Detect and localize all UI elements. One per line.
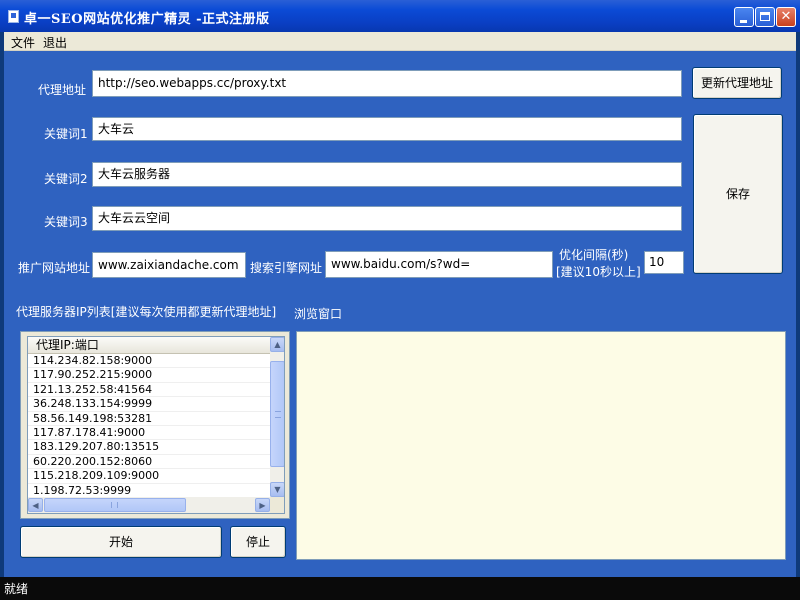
main-window: 卓一SEO网站优化推广精灵 -正式注册版 ✕ 文件 退出 代理地址 http:/… [0, 0, 800, 600]
proxy-list-item[interactable]: 117.87.178.41:9000 [28, 426, 270, 441]
keyword3-label: 关键词3 [44, 215, 88, 229]
proxy-address-label: 代理地址 [38, 83, 87, 97]
keyword1-input[interactable]: 大车云 [92, 117, 682, 141]
proxy-list-item[interactable]: 36.248.133.154:9999 [28, 397, 270, 412]
client-area: 代理地址 http://seo.webapps.cc/proxy.txt 更新代… [4, 51, 796, 577]
scroll-left-icon[interactable]: ◀ [28, 498, 43, 512]
maximize-icon [760, 12, 770, 21]
menu-bar: 文件 退出 [4, 32, 796, 51]
title-bar[interactable]: 卓一SEO网站优化推广精灵 -正式注册版 ✕ [0, 0, 800, 32]
proxy-list-item[interactable]: 117.90.252.215:9000 [28, 368, 270, 383]
minimize-icon [740, 20, 747, 23]
browser-title: 浏览窗口 [294, 307, 343, 321]
vertical-scroll-thumb[interactable] [270, 361, 284, 467]
start-button-label: 开始 [108, 535, 133, 549]
horizontal-scrollbar[interactable]: ◀ ▶ [28, 497, 270, 513]
window-title: 卓一SEO网站优化推广精灵 -正式注册版 [24, 12, 270, 27]
status-bar: 就绪 [0, 577, 800, 600]
proxy-list-item[interactable]: 114.234.82.158:9000 [28, 354, 270, 369]
proxy-list-title: 代理服务器IP列表[建议每次使用都更新代理地址] [16, 305, 277, 319]
promo-site-label: 推广网站地址 [18, 261, 91, 275]
save-button[interactable]: 保存 [693, 114, 783, 274]
horizontal-scroll-thumb[interactable] [44, 498, 186, 512]
proxy-listbox[interactable]: 代理IP:端口 114.234.82.158:9000 117.90.252.21… [27, 336, 285, 514]
proxy-list-column-header[interactable]: 代理IP:端口 [28, 337, 270, 354]
proxy-list-rows: 114.234.82.158:9000 117.90.252.215:9000 12… [28, 354, 270, 498]
maximize-button[interactable] [755, 7, 775, 27]
proxy-list-item[interactable]: 58.56.149.198:53281 [28, 412, 270, 426]
keyword3-input[interactable]: 大车云云空间 [92, 206, 682, 231]
interval-label-line1: 优化间隔(秒) [559, 248, 629, 262]
stop-button-label: 停止 [245, 535, 270, 549]
close-button[interactable]: ✕ [776, 7, 796, 27]
proxy-list-item[interactable]: 183.129.207.80:13515 [28, 440, 270, 455]
keyword1-label: 关键词1 [44, 127, 88, 141]
save-button-label: 保存 [725, 187, 750, 201]
search-engine-label: 搜索引擎网址 [250, 261, 323, 275]
keyword2-label: 关键词2 [44, 172, 88, 186]
scroll-right-icon[interactable]: ▶ [255, 498, 270, 512]
scroll-up-icon[interactable]: ▲ [270, 337, 284, 352]
interval-label-line2: [建议10秒以上] [556, 265, 641, 279]
start-button[interactable]: 开始 [20, 526, 222, 558]
stop-button[interactable]: 停止 [230, 526, 286, 558]
keyword2-input[interactable]: 大车云服务器 [92, 162, 682, 187]
proxy-address-input[interactable]: http://seo.webapps.cc/proxy.txt [92, 70, 682, 97]
menu-exit[interactable]: 退出 [40, 34, 70, 51]
promo-site-input[interactable]: www.zaixiandache.com [92, 252, 246, 278]
menu-file[interactable]: 文件 [8, 34, 38, 51]
scroll-down-icon[interactable]: ▼ [270, 482, 284, 497]
scroll-corner [270, 497, 284, 513]
proxy-list-item[interactable]: 1.198.72.53:9999 [28, 484, 270, 498]
search-engine-input[interactable]: www.baidu.com/s?wd= [325, 251, 553, 278]
proxy-list-item[interactable]: 115.218.209.109:9000 [28, 469, 270, 484]
close-icon: ✕ [780, 9, 792, 24]
update-proxy-button[interactable]: 更新代理地址 [692, 67, 782, 99]
interval-input[interactable]: 10 [644, 251, 684, 274]
proxy-list-frame: 代理IP:端口 114.234.82.158:9000 117.90.252.21… [20, 331, 290, 519]
status-text: 就绪 [4, 582, 29, 596]
update-proxy-button-label: 更新代理地址 [700, 76, 773, 90]
proxy-list-item[interactable]: 60.220.200.152:8060 [28, 455, 270, 470]
app-icon [8, 10, 19, 23]
proxy-list-item[interactable]: 121.13.252.58:41564 [28, 383, 270, 398]
minimize-button[interactable] [734, 7, 754, 27]
browser-panel[interactable] [296, 331, 786, 560]
vertical-scrollbar[interactable]: ▲ ▼ [270, 337, 284, 497]
